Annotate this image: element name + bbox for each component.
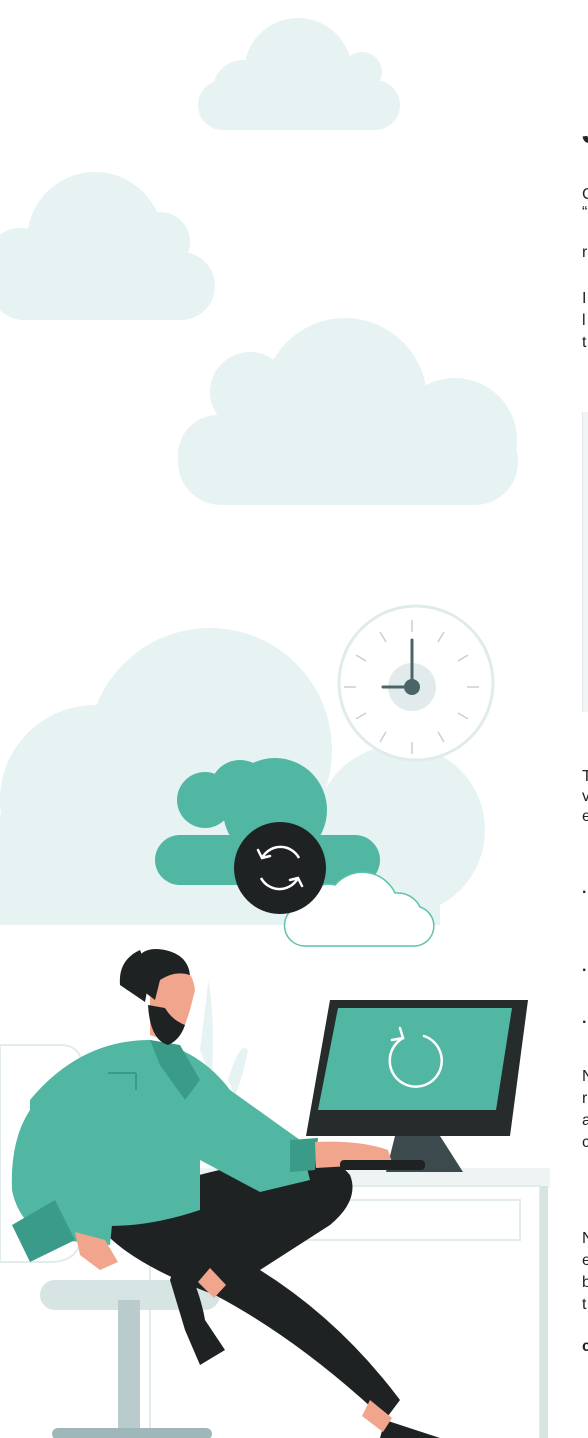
paragraph-2-line-3: t [582, 334, 587, 351]
content-panel [582, 412, 588, 712]
page-heading: J [582, 112, 588, 152]
bullet-1: · [582, 884, 588, 901]
paragraph-5-line-2: e [582, 1252, 588, 1269]
paragraph-1-line-2: “ [582, 204, 588, 221]
bullet-2: · [582, 962, 588, 979]
cloud-left [0, 172, 215, 320]
paragraph-3-line-2: v [582, 788, 588, 805]
paragraph-5-line-5: c [582, 1338, 588, 1355]
cloud-middle [178, 318, 518, 505]
paragraph-3-line-3: e [582, 808, 588, 825]
sync-icon [234, 822, 326, 914]
paragraph-5-line-3: b [582, 1274, 588, 1291]
paragraph-1-line-1: C [582, 186, 588, 203]
paragraph-2-line-1: I [582, 290, 587, 307]
paragraph-1-line-3: r [582, 244, 588, 261]
clock-icon [337, 604, 495, 762]
paragraph-4-line-1: N [582, 1068, 588, 1085]
paragraph-5-line-1: N [582, 1230, 588, 1247]
hero-illustration [0, 18, 550, 1438]
paragraph-4-line-3: a [582, 1112, 588, 1129]
paragraph-5-line-4: t [582, 1296, 587, 1313]
paragraph-2-line-2: l [582, 312, 586, 329]
paragraph-3-line-1: T [582, 768, 588, 785]
bullet-3: · [582, 1014, 588, 1031]
cloud-top [198, 18, 400, 130]
paragraph-4-line-2: r [582, 1090, 588, 1107]
paragraph-4-line-4: c [582, 1134, 588, 1151]
